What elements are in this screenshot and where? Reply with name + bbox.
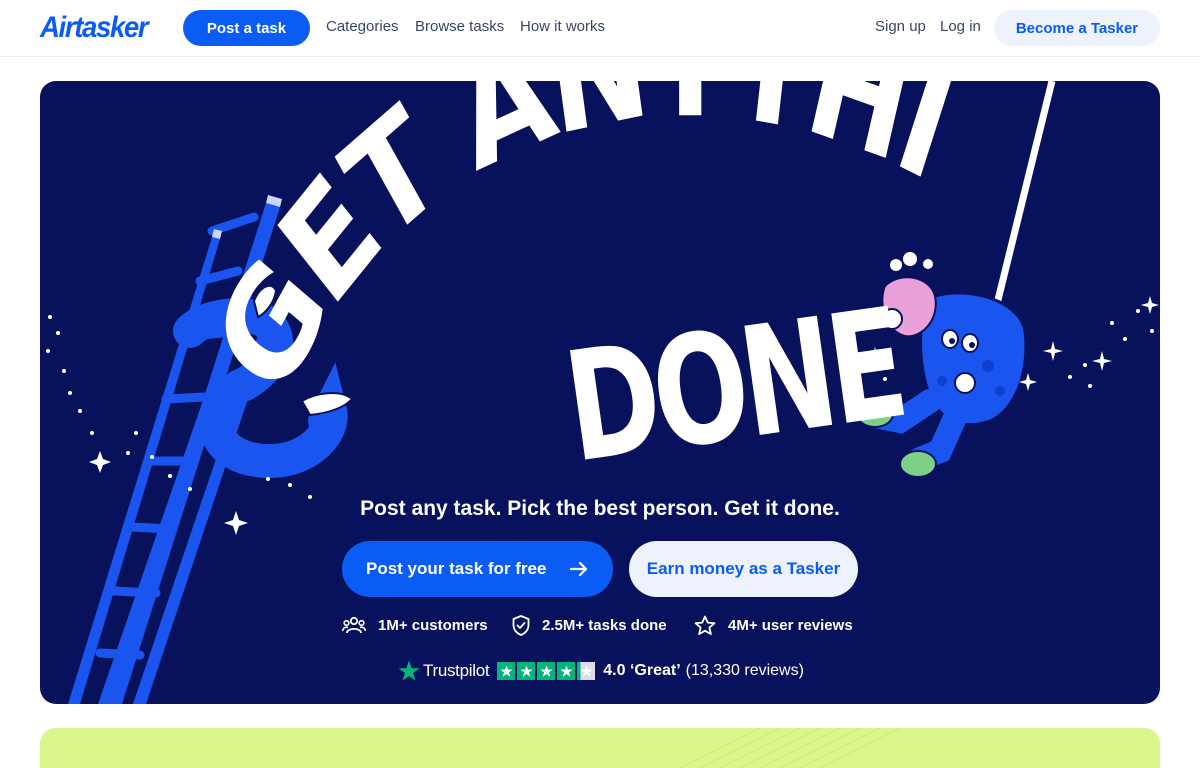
star-outline-icon	[694, 615, 716, 635]
stat-customers-label: 1M+ customers	[378, 616, 488, 634]
people-icon	[342, 616, 366, 634]
nav-browse-tasks-link[interactable]: Browse tasks	[415, 18, 504, 35]
trustpilot-star-5	[577, 662, 596, 680]
band-stripes-decoration	[679, 728, 901, 768]
trustpilot-review-count: (13,330 reviews)	[685, 662, 804, 679]
headline-line-2: DONE	[556, 276, 912, 497]
earn-money-button[interactable]: Earn money as a Tasker	[629, 541, 858, 597]
trustpilot-score: 4.0 ‘Great’	[603, 662, 681, 679]
hero-banner: GET ANYTHING DONE Post any task. Pick th…	[40, 81, 1160, 704]
stat-tasks-done-label: 2.5M+ tasks done	[542, 616, 667, 634]
trustpilot-star-4	[557, 662, 576, 680]
post-a-task-button[interactable]: Post a task	[183, 10, 310, 46]
stat-user-reviews: 4M+ user reviews	[694, 614, 853, 636]
trustpilot-star-2	[517, 662, 536, 680]
top-nav-bar: Airtasker Post a task Categories Browse …	[0, 0, 1200, 57]
trustpilot-star-1	[497, 662, 516, 680]
arrow-right-icon	[569, 561, 588, 577]
shield-check-icon	[512, 614, 530, 636]
post-your-task-button[interactable]: Post your task for free	[342, 541, 613, 597]
hero-headline: GET ANYTHING DONE	[40, 81, 971, 497]
log-in-link[interactable]: Log in	[940, 18, 981, 35]
nav-how-it-works-link[interactable]: How it works	[520, 18, 605, 35]
next-section-band	[40, 728, 1160, 768]
trustpilot-star-3	[537, 662, 556, 680]
stat-customers: 1M+ customers	[342, 614, 488, 636]
trustpilot-stars	[497, 662, 596, 680]
trustpilot-star-icon	[398, 660, 420, 681]
trustpilot-rating[interactable]: Trustpilot 4.0 ‘Great’ (13,330 reviews)	[398, 658, 804, 684]
sign-up-link[interactable]: Sign up	[875, 18, 926, 35]
nav-categories-link[interactable]: Categories	[326, 18, 399, 35]
become-a-tasker-button[interactable]: Become a Tasker	[994, 10, 1160, 46]
airtasker-logo[interactable]: Airtasker	[40, 11, 149, 45]
stat-tasks-done: 2.5M+ tasks done	[512, 614, 667, 636]
trustpilot-brand: Trustpilot	[423, 661, 490, 680]
post-your-task-label: Post your task for free	[366, 559, 547, 578]
stat-user-reviews-label: 4M+ user reviews	[728, 616, 853, 634]
hero-subheadline: Post any task. Pick the best person. Get…	[360, 497, 840, 520]
